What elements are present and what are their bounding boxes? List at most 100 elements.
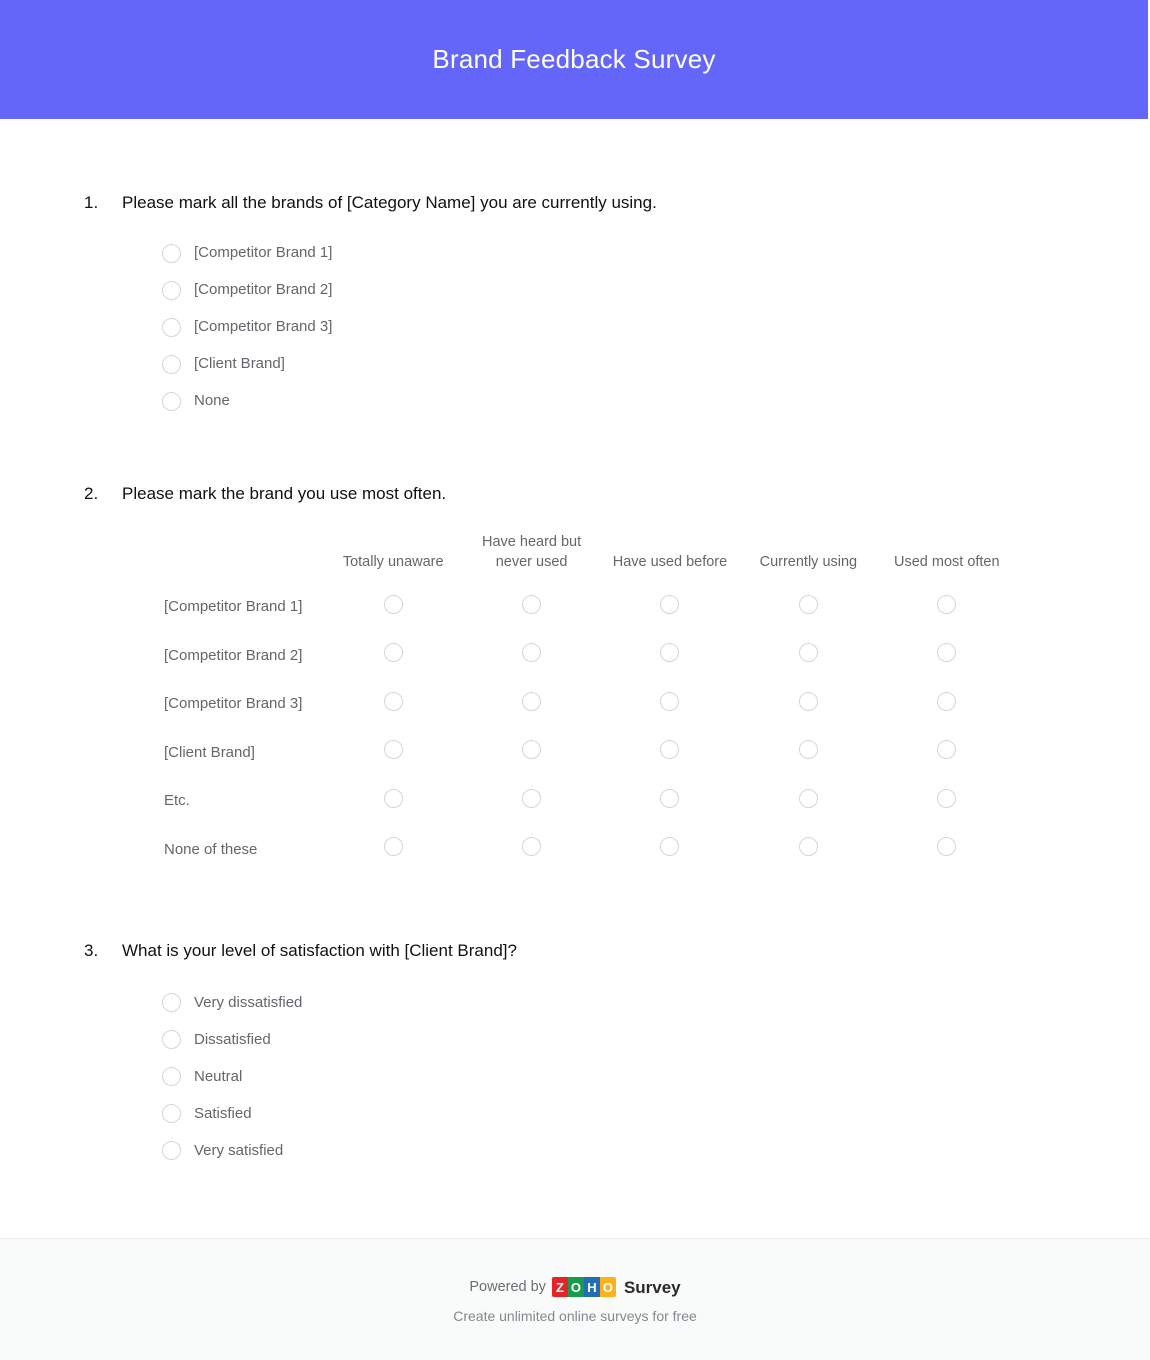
zoho-logo-letter-o2: O — [599, 1277, 616, 1297]
radio-icon[interactable] — [383, 594, 403, 614]
matrix-cell[interactable] — [462, 582, 600, 631]
survey-body: 1. Please mark all the brands of [Catego… — [0, 119, 1150, 1238]
matrix-cell[interactable] — [462, 631, 600, 680]
matrix-row-label: [Competitor Brand 2] — [164, 646, 303, 664]
matrix-cell[interactable] — [878, 631, 1016, 680]
option-row[interactable]: Very satisfied — [162, 1132, 1110, 1169]
option-row[interactable]: [Competitor Brand 1] — [162, 235, 1110, 272]
option-label: [Competitor Brand 1] — [194, 244, 333, 262]
matrix-cell[interactable] — [878, 825, 1016, 874]
matrix-cell[interactable] — [601, 582, 739, 631]
option-row[interactable]: Dissatisfied — [162, 1021, 1110, 1058]
matrix-row: Etc. — [124, 776, 1016, 825]
matrix-cell[interactable] — [601, 631, 739, 680]
matrix-cell[interactable] — [878, 776, 1016, 825]
radio-icon[interactable] — [937, 740, 957, 760]
radio-icon[interactable] — [162, 354, 181, 374]
radio-icon[interactable] — [798, 740, 818, 760]
radio-icon[interactable] — [937, 691, 957, 711]
option-row[interactable]: None — [162, 383, 1110, 420]
radio-icon[interactable] — [937, 643, 957, 663]
option-row[interactable]: Neutral — [162, 1058, 1110, 1095]
radio-icon[interactable] — [522, 691, 542, 711]
radio-icon[interactable] — [383, 643, 403, 663]
matrix-cell[interactable] — [601, 679, 739, 728]
radio-icon[interactable] — [162, 1029, 181, 1049]
powered-by-label: Powered by — [469, 1278, 546, 1295]
radio-icon[interactable] — [522, 740, 542, 760]
zoho-logo-letter-o1: O — [567, 1277, 584, 1297]
radio-icon[interactable] — [383, 691, 403, 711]
radio-icon[interactable] — [798, 691, 818, 711]
matrix-cell[interactable] — [324, 825, 462, 874]
matrix-cell[interactable] — [324, 631, 462, 680]
matrix-cell[interactable] — [601, 776, 739, 825]
matrix-cell[interactable] — [739, 679, 877, 728]
radio-icon[interactable] — [798, 837, 818, 857]
radio-icon[interactable] — [660, 837, 680, 857]
question-3: 3. What is your level of satisfaction wi… — [40, 873, 1110, 1169]
matrix-cell[interactable] — [739, 728, 877, 777]
radio-icon[interactable] — [162, 1140, 181, 1160]
radio-icon[interactable] — [383, 788, 403, 808]
matrix-column-header: Totally unaware — [342, 553, 444, 570]
matrix-cell[interactable] — [739, 582, 877, 631]
zoho-logo[interactable]: Z O H O — [551, 1277, 616, 1297]
radio-icon[interactable] — [660, 643, 680, 663]
option-row[interactable]: Satisfied — [162, 1095, 1110, 1132]
matrix-cell[interactable] — [878, 582, 1016, 631]
radio-icon[interactable] — [798, 594, 818, 614]
option-row[interactable]: Very dissatisfied — [162, 984, 1110, 1021]
option-row[interactable]: [Client Brand] — [162, 346, 1110, 383]
radio-icon[interactable] — [660, 740, 680, 760]
radio-icon[interactable] — [937, 837, 957, 857]
radio-icon[interactable] — [162, 992, 181, 1012]
radio-icon[interactable] — [162, 317, 181, 337]
matrix-cell[interactable] — [601, 825, 739, 874]
radio-icon[interactable] — [660, 691, 680, 711]
radio-icon[interactable] — [522, 643, 542, 663]
matrix-cell[interactable] — [324, 582, 462, 631]
matrix-cell[interactable] — [462, 825, 600, 874]
radio-icon[interactable] — [522, 837, 542, 857]
zoho-logo-letter-h: H — [583, 1277, 600, 1297]
radio-icon[interactable] — [660, 788, 680, 808]
radio-icon[interactable] — [937, 594, 957, 614]
option-row[interactable]: [Competitor Brand 3] — [162, 309, 1110, 346]
matrix-cell[interactable] — [739, 825, 877, 874]
radio-icon[interactable] — [162, 1103, 181, 1123]
radio-icon[interactable] — [522, 594, 542, 614]
matrix-row: None of these — [124, 825, 1016, 874]
option-row[interactable]: [Competitor Brand 2] — [162, 272, 1110, 309]
matrix-cell[interactable] — [324, 679, 462, 728]
matrix-row-label: Etc. — [164, 792, 190, 810]
matrix-cell[interactable] — [324, 728, 462, 777]
matrix-cell[interactable] — [878, 728, 1016, 777]
matrix-cell[interactable] — [601, 728, 739, 777]
question-2-number: 2. — [84, 483, 99, 503]
matrix-row-label: None of these — [164, 840, 258, 858]
radio-icon[interactable] — [162, 243, 181, 263]
question-2-header: 2. Please mark the brand you use most of… — [40, 482, 1110, 507]
matrix-cell[interactable] — [462, 679, 600, 728]
radio-icon[interactable] — [383, 740, 403, 760]
radio-icon[interactable] — [798, 788, 818, 808]
matrix-column-header: Currently using — [759, 553, 858, 570]
radio-icon[interactable] — [937, 788, 957, 808]
radio-icon[interactable] — [162, 1066, 181, 1086]
matrix-cell[interactable] — [462, 776, 600, 825]
zoho-logo-letter-z: Z — [551, 1277, 568, 1297]
matrix-cell[interactable] — [324, 776, 462, 825]
radio-icon[interactable] — [522, 788, 542, 808]
matrix-cell[interactable] — [878, 679, 1016, 728]
radio-icon[interactable] — [162, 391, 181, 411]
radio-icon[interactable] — [162, 280, 181, 300]
matrix-cell[interactable] — [739, 776, 877, 825]
radio-icon[interactable] — [383, 837, 403, 857]
radio-icon[interactable] — [798, 643, 818, 663]
radio-icon[interactable] — [660, 594, 680, 614]
matrix-cell[interactable] — [462, 728, 600, 777]
matrix-cell[interactable] — [739, 631, 877, 680]
question-1-header: 1. Please mark all the brands of [Catego… — [40, 191, 1110, 216]
question-1-text: Please mark all the brands of [Category … — [122, 193, 657, 212]
